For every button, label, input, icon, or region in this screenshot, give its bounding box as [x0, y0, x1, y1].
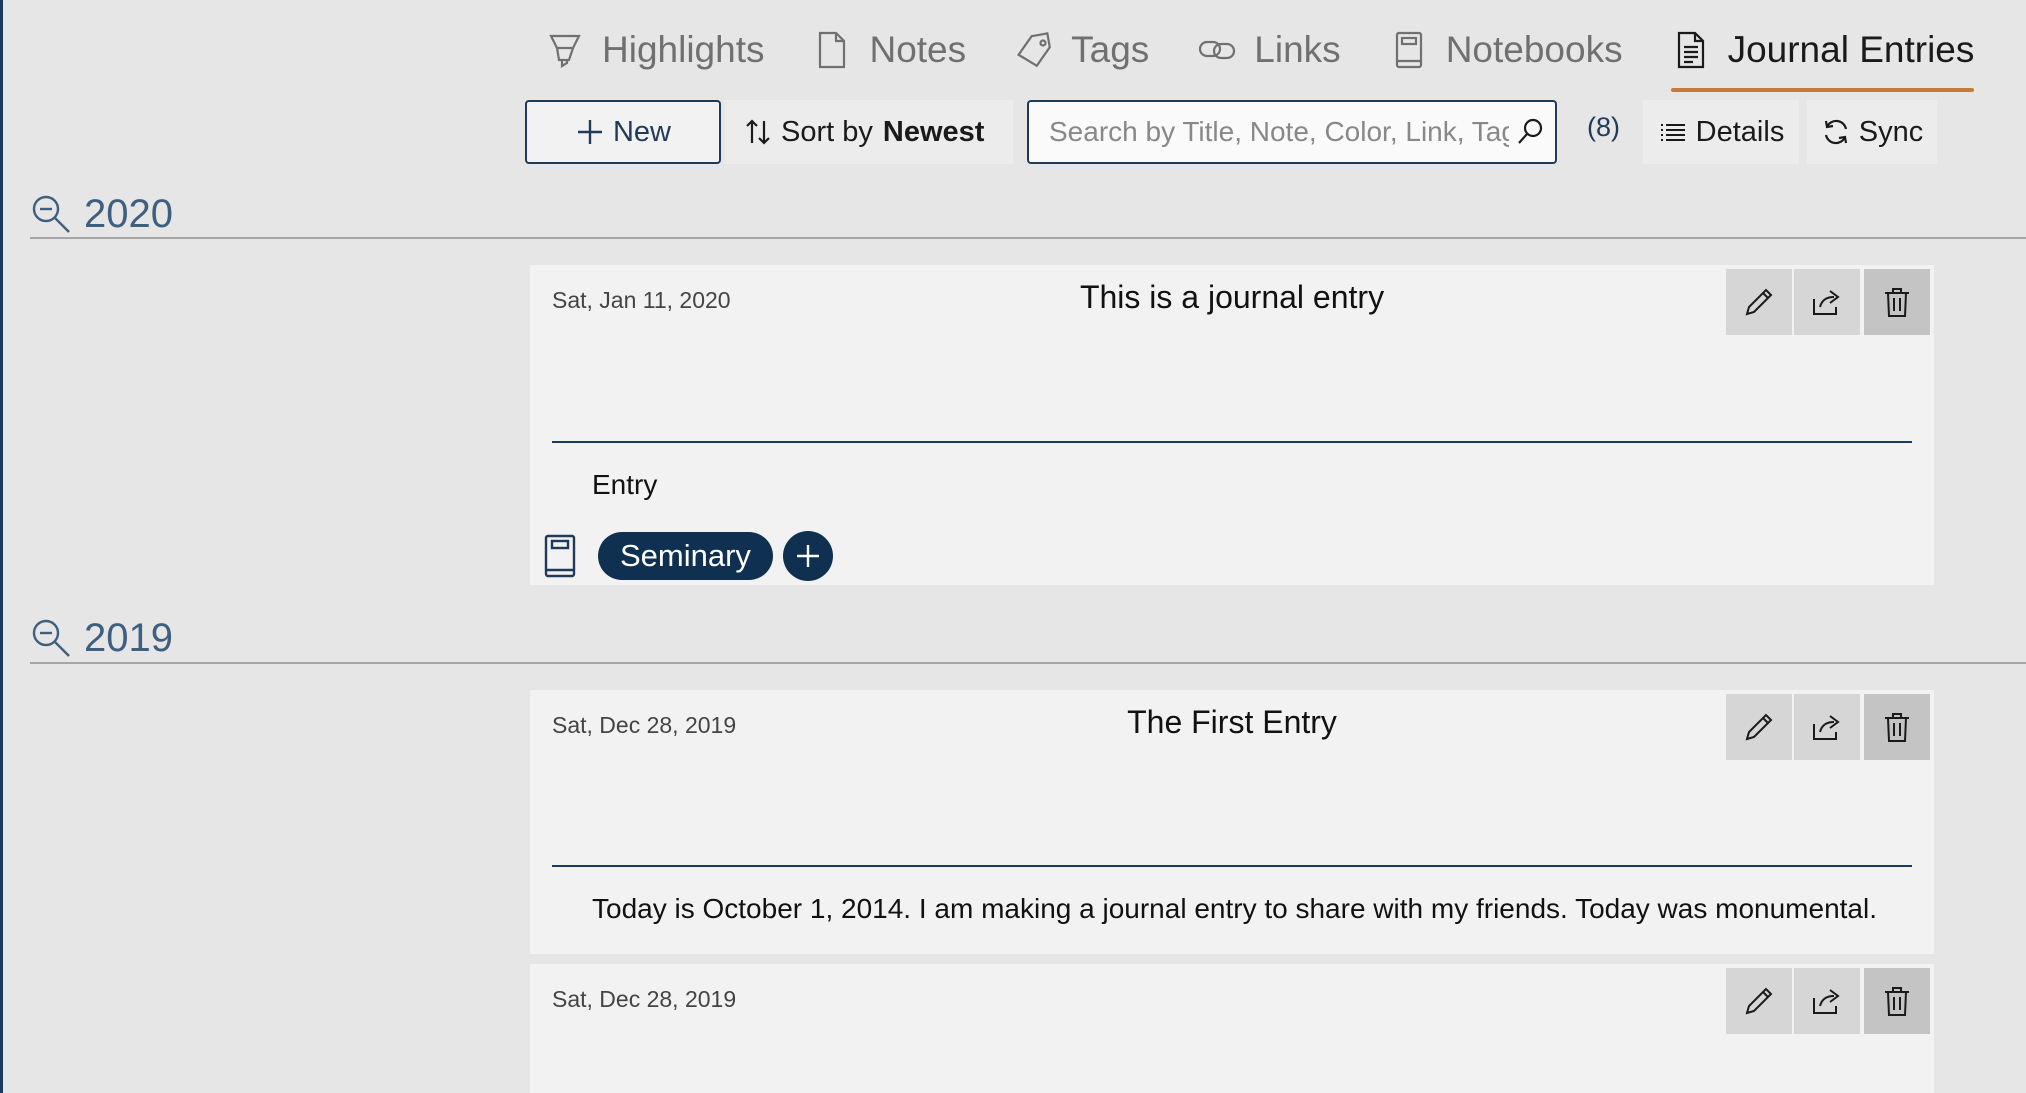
search-input[interactable]	[1047, 115, 1511, 149]
entry-count: (8)	[1587, 112, 1620, 142]
entry-actions	[1724, 694, 1930, 760]
share-button[interactable]	[1794, 269, 1860, 335]
window-left-border	[0, 0, 3, 1093]
year-label: 2020	[84, 191, 173, 236]
trash-icon	[1880, 285, 1914, 319]
sync-button[interactable]: Sync	[1807, 100, 1937, 164]
share-icon	[1810, 285, 1844, 319]
year-divider	[30, 237, 2026, 239]
share-button[interactable]	[1794, 694, 1860, 760]
details-label: Details	[1695, 115, 1785, 148]
edit-button[interactable]	[1726, 269, 1792, 335]
entry-date: Sat, Dec 28, 2019	[552, 986, 737, 1012]
entry-actions	[1724, 968, 1930, 1034]
note-icon	[812, 30, 852, 70]
add-tag-button[interactable]	[782, 531, 833, 581]
highlighter-icon	[545, 30, 585, 70]
journal-entry-card[interactable]: Sat, Jan 11, 2020 This is a journal entr…	[530, 265, 1934, 585]
tab-highlights[interactable]: Highlights	[545, 18, 764, 82]
pencil-icon	[1742, 285, 1776, 319]
main-nav-tabs: Highlights Notes Tags Links Notebooks Jo…	[545, 18, 1975, 92]
search-icon[interactable]	[1515, 117, 1545, 147]
delete-button[interactable]	[1864, 694, 1930, 760]
tab-label: Highlights	[602, 29, 765, 70]
edit-button[interactable]	[1726, 694, 1792, 760]
pencil-icon	[1742, 984, 1776, 1018]
tab-journal-entries[interactable]: Journal Entries	[1670, 18, 1975, 92]
list-icon	[1658, 117, 1688, 147]
zoom-out-icon	[30, 617, 72, 659]
notebook-icon[interactable]	[540, 534, 580, 578]
delete-button[interactable]	[1864, 968, 1930, 1034]
tab-notes[interactable]: Notes	[812, 18, 966, 82]
entry-body: Entry	[592, 469, 658, 500]
journal-entry-card[interactable]: Sat, Dec 28, 2019 The First Entry Today …	[530, 690, 1934, 954]
year-label: 2019	[84, 615, 173, 660]
new-button-label: New	[612, 115, 671, 148]
tab-notebooks[interactable]: Notebooks	[1389, 18, 1623, 82]
share-icon	[1810, 710, 1844, 744]
sort-value: Newest	[882, 115, 985, 148]
journal-icon	[1671, 30, 1711, 70]
journal-entry-card[interactable]: Sat, Dec 28, 2019	[530, 964, 1934, 1093]
year-header-2019[interactable]: 2019	[30, 610, 173, 666]
plus-icon	[793, 541, 823, 571]
sort-prefix: Sort by	[781, 115, 873, 148]
details-button[interactable]: Details	[1643, 100, 1799, 164]
sync-label: Sync	[1858, 115, 1924, 148]
tab-label: Journal Entries	[1727, 29, 1975, 70]
sync-icon	[1821, 117, 1851, 147]
tab-label: Notes	[869, 29, 967, 70]
entry-tags: Seminary	[540, 531, 833, 581]
sort-arrows-icon	[743, 117, 773, 147]
new-button[interactable]: New	[525, 100, 721, 164]
delete-button[interactable]	[1864, 269, 1930, 335]
tab-label: Notebooks	[1445, 29, 1623, 70]
tab-links[interactable]: Links	[1197, 18, 1341, 82]
share-button[interactable]	[1794, 968, 1860, 1034]
trash-icon	[1880, 984, 1914, 1018]
entry-actions	[1724, 269, 1930, 335]
trash-icon	[1880, 710, 1914, 744]
entry-body: Today is October 1, 2014. I am making a …	[592, 893, 1877, 924]
tab-label: Tags	[1071, 29, 1150, 70]
pencil-icon	[1742, 710, 1776, 744]
year-header-2020[interactable]: 2020	[30, 186, 173, 242]
year-divider	[30, 662, 2026, 664]
edit-button[interactable]	[1726, 968, 1792, 1034]
plus-icon	[575, 117, 605, 147]
search-box	[1027, 100, 1557, 164]
zoom-out-icon	[30, 193, 72, 235]
sort-button[interactable]: Sort by Newest	[725, 100, 1013, 164]
entry-divider	[552, 441, 1912, 443]
link-icon	[1197, 30, 1237, 70]
tab-tags[interactable]: Tags	[1014, 18, 1149, 82]
tab-label: Links	[1254, 29, 1341, 70]
toolbar: New Sort by Newest (8) Details Sync	[525, 100, 1937, 164]
tag-icon	[1014, 30, 1054, 70]
notebook-icon	[1389, 30, 1429, 70]
tag-pill[interactable]: Seminary	[598, 532, 773, 580]
share-icon	[1810, 984, 1844, 1018]
entry-divider	[552, 865, 1912, 867]
